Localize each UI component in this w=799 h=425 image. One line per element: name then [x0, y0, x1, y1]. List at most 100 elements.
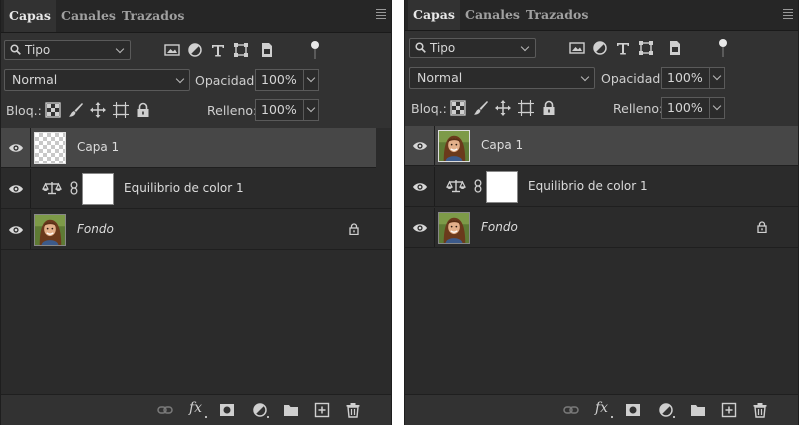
eye-icon[interactable] [8, 183, 24, 195]
layer-mask-thumbnail[interactable] [82, 173, 114, 205]
layer-locked-icon [349, 223, 359, 235]
type-filter-icon[interactable] [615, 40, 631, 56]
layer-thumbnail-portrait[interactable] [438, 212, 470, 244]
opacity-label: Opacidad: [195, 73, 259, 88]
filter-toggle[interactable] [718, 38, 728, 58]
layer-row-equilibrio-de-color[interactable]: Equilibrio de color 1 [405, 167, 798, 207]
lock-label: Bloq.: [411, 101, 447, 116]
layer-name[interactable]: Equilibrio de color 1 [124, 181, 244, 195]
new-group-icon[interactable] [690, 402, 706, 418]
layer-locked-icon [757, 221, 767, 233]
blend-mode-select[interactable]: Normal [409, 67, 595, 89]
chevron-down-icon [580, 72, 590, 82]
eye-icon[interactable] [8, 224, 24, 236]
chevron-down-icon [115, 44, 125, 54]
eye-icon[interactable] [8, 142, 24, 154]
fill-dropdown-button[interactable] [303, 99, 319, 121]
layer-row-fondo[interactable]: Fondo [405, 208, 798, 248]
panel-tab-bar: Capas Canales Trazados [1, 0, 391, 33]
fill-dropdown-button[interactable] [709, 97, 725, 119]
link-layers-icon[interactable] [563, 402, 579, 418]
tab-capas[interactable]: Capas [408, 0, 460, 30]
eye-icon[interactable] [412, 140, 428, 152]
layer-mask-thumbnail[interactable] [486, 171, 518, 203]
new-layer-icon[interactable] [314, 402, 330, 418]
lock-position-icon[interactable] [90, 102, 106, 118]
mask-link-icon[interactable] [70, 181, 78, 195]
layer-thumbnail-portrait[interactable] [34, 214, 66, 246]
chevron-down-icon [520, 42, 530, 52]
lock-image-pixels-icon[interactable] [473, 100, 489, 116]
tab-canales[interactable]: Canales [56, 0, 121, 32]
filter-kind-label: Tipo [430, 41, 456, 55]
eye-icon[interactable] [412, 222, 428, 234]
layer-row-capa-1[interactable]: Capa 1 [405, 126, 798, 166]
shape-filter-icon[interactable] [638, 40, 654, 56]
layer-name[interactable]: Capa 1 [481, 138, 523, 152]
delete-layer-icon[interactable] [752, 402, 768, 418]
layer-row-fondo[interactable]: Fondo [1, 210, 391, 250]
fx-icon[interactable]: fx [595, 400, 608, 416]
lock-transparent-pixels-icon[interactable] [450, 100, 466, 116]
panel-footer: fx [405, 394, 798, 425]
add-mask-icon[interactable] [219, 402, 235, 418]
eye-icon[interactable] [412, 181, 428, 193]
layer-thumbnail-portrait[interactable] [438, 130, 470, 162]
panel-tab-bar: Capas Canales Trazados [405, 0, 798, 31]
opacity-dropdown-button[interactable] [303, 69, 319, 91]
new-adjustment-layer-icon[interactable] [658, 402, 674, 418]
panel-menu-icon[interactable] [783, 9, 793, 21]
adjustment-filter-icon[interactable] [592, 40, 608, 56]
fx-icon[interactable]: fx [189, 400, 202, 416]
tab-capas[interactable]: Capas [4, 0, 56, 32]
color-balance-icon[interactable] [446, 179, 466, 193]
filter-toggle[interactable] [310, 40, 320, 60]
tab-canales[interactable]: Canales [460, 0, 525, 30]
lock-artboard-icon[interactable] [518, 100, 534, 116]
new-adjustment-layer-icon[interactable] [252, 402, 268, 418]
opacity-field[interactable]: 100% [661, 67, 709, 89]
image-filter-icon[interactable] [164, 42, 180, 58]
mask-link-icon[interactable] [474, 179, 482, 193]
new-group-icon[interactable] [283, 402, 299, 418]
filter-kind-select[interactable]: Tipo [4, 40, 131, 60]
image-filter-icon[interactable] [569, 40, 585, 56]
chevron-down-icon [306, 103, 316, 113]
lock-image-pixels-icon[interactable] [68, 102, 84, 118]
opacity-field[interactable]: 100% [255, 69, 303, 91]
adjustment-filter-icon[interactable] [187, 42, 203, 58]
search-icon [415, 42, 426, 53]
layer-name[interactable]: Equilibrio de color 1 [528, 179, 648, 193]
color-balance-icon[interactable] [42, 181, 62, 195]
lock-all-icon[interactable] [541, 100, 557, 116]
delete-layer-icon[interactable] [345, 402, 361, 418]
new-layer-icon[interactable] [721, 402, 737, 418]
lock-position-icon[interactable] [495, 100, 511, 116]
layer-row-capa-1[interactable]: Capa 1 [1, 128, 376, 168]
layer-name[interactable]: Capa 1 [77, 140, 119, 154]
layers-panel-after: Capas Canales Trazados Tipo Normal Opaci… [404, 0, 799, 425]
fill-field[interactable]: 100% [255, 99, 303, 121]
lock-transparent-pixels-icon[interactable] [45, 102, 61, 118]
smart-object-filter-icon[interactable] [667, 40, 683, 56]
filter-kind-select[interactable]: Tipo [409, 38, 536, 58]
opacity-dropdown-button[interactable] [709, 67, 725, 89]
lock-artboard-icon[interactable] [113, 102, 129, 118]
layer-row-equilibrio-de-color[interactable]: Equilibrio de color 1 [1, 169, 391, 209]
visibility-column [1, 169, 31, 209]
add-mask-icon[interactable] [625, 402, 641, 418]
type-filter-icon[interactable] [210, 42, 226, 58]
link-layers-icon[interactable] [157, 402, 173, 418]
lock-all-icon[interactable] [135, 102, 151, 118]
layer-name[interactable]: Fondo [77, 222, 114, 236]
smart-object-filter-icon[interactable] [259, 42, 275, 58]
tab-trazados[interactable]: Trazados [521, 0, 593, 30]
layer-name[interactable]: Fondo [481, 220, 518, 234]
layer-thumbnail-transparent[interactable] [34, 132, 66, 164]
panel-menu-icon[interactable] [376, 9, 386, 21]
panel-footer: fx [1, 394, 391, 425]
tab-trazados[interactable]: Trazados [117, 0, 189, 32]
fill-field[interactable]: 100% [661, 97, 709, 119]
shape-filter-icon[interactable] [233, 42, 249, 58]
blend-mode-select[interactable]: Normal [4, 69, 190, 91]
